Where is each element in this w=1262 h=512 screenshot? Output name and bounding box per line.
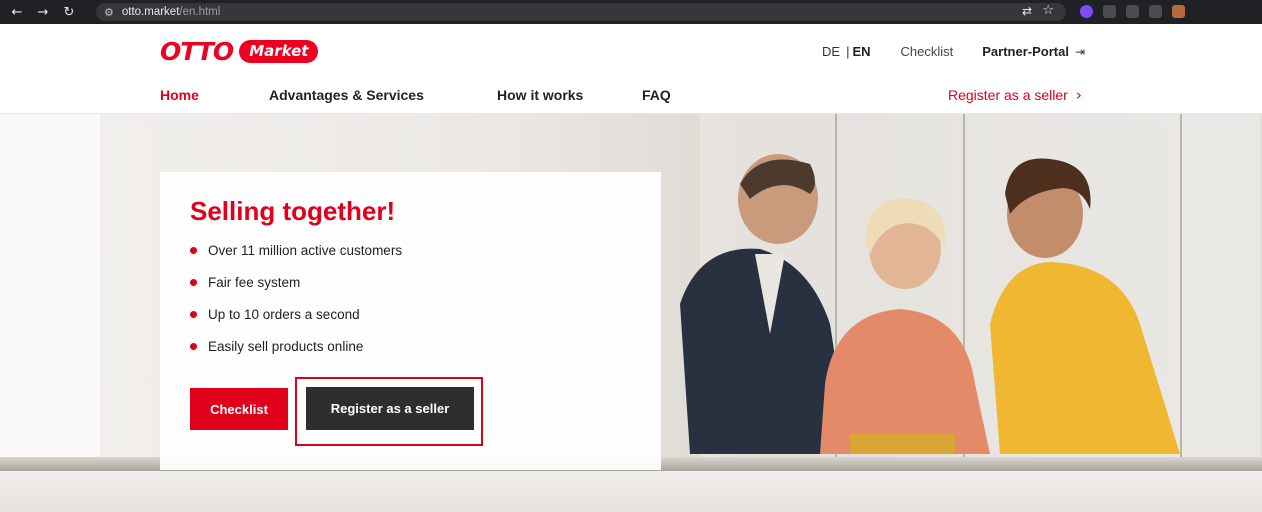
hero-banner: Selling together! Over 11 million active… <box>0 114 1262 512</box>
address-bar[interactable]: ⚙ otto.market/en.html ⇄ ☆ <box>96 3 1066 21</box>
checklist-link[interactable]: Checklist <box>901 44 954 59</box>
login-icon[interactable]: ⇥ <box>1075 45 1085 59</box>
main-navigation: Home Advantages & Services How it works … <box>160 87 671 103</box>
benefits-list: Over 11 million active customers Fair fe… <box>190 234 402 362</box>
extension-icon[interactable] <box>1149 5 1162 18</box>
nav-faq[interactable]: FAQ <box>642 87 671 103</box>
bullet-dot-icon <box>190 246 197 254</box>
bookmark-star-icon[interactable]: ☆ <box>1042 3 1054 18</box>
language-en-link[interactable]: EN <box>852 44 870 59</box>
partner-portal-link[interactable]: Partner-Portal <box>982 44 1069 59</box>
register-seller-link[interactable]: Register as a seller › <box>948 86 1082 104</box>
register-seller-link-label: Register as a seller <box>948 87 1068 103</box>
nav-advantages-services[interactable]: Advantages & Services <box>269 87 497 103</box>
forward-icon[interactable]: → <box>30 5 56 20</box>
chevron-right-icon: › <box>1075 86 1082 104</box>
benefit-text: Over 11 million active customers <box>208 242 403 258</box>
reload-icon[interactable]: ↻ <box>56 5 82 20</box>
url-host: otto.market <box>121 6 180 18</box>
list-item: Easily sell products online <box>190 330 402 362</box>
highlight-box <box>295 377 483 446</box>
url-path: /en.html <box>179 6 221 18</box>
logo-market-badge: Market <box>239 40 319 63</box>
benefit-text: Up to 10 orders a second <box>208 306 360 322</box>
list-item: Up to 10 orders a second <box>190 298 402 330</box>
list-item: Fair fee system <box>190 266 402 298</box>
site-settings-icon[interactable]: ⚙ <box>104 6 114 19</box>
bullet-dot-icon <box>190 342 197 350</box>
extension-icon[interactable] <box>1172 5 1185 18</box>
meta-navigation: DE | EN Checklist Partner-Portal ⇥ <box>822 44 1085 59</box>
translate-icon[interactable]: ⇄ <box>1022 4 1032 18</box>
bullet-dot-icon <box>190 310 197 318</box>
bullet-dot-icon <box>190 278 197 286</box>
nav-home[interactable]: Home <box>160 87 269 103</box>
benefit-text: Easily sell products online <box>208 338 364 354</box>
otto-market-logo[interactable]: OTTO Market <box>160 37 319 66</box>
extension-icon[interactable] <box>1103 5 1116 18</box>
extension-icon[interactable] <box>1080 5 1093 18</box>
extensions-area <box>1080 5 1185 18</box>
background-wall <box>0 114 100 459</box>
language-separator: | <box>846 44 850 59</box>
language-de-link[interactable]: DE <box>822 44 840 59</box>
browser-toolbar: ← → ↻ ⚙ otto.market/en.html ⇄ ☆ <box>0 0 1262 24</box>
back-icon[interactable]: ← <box>4 5 30 20</box>
checklist-button[interactable]: Checklist <box>190 388 288 430</box>
extension-icon[interactable] <box>1126 5 1139 18</box>
railing-base <box>0 471 1262 512</box>
benefit-text: Fair fee system <box>208 274 301 290</box>
site-header: OTTO Market DE | EN Checklist Partner-Po… <box>0 24 1262 114</box>
nav-how-it-works[interactable]: How it works <box>497 87 642 103</box>
logo-otto-text: OTTO <box>160 37 234 66</box>
list-item: Over 11 million active customers <box>190 234 402 266</box>
hero-title: Selling together! <box>190 196 396 226</box>
